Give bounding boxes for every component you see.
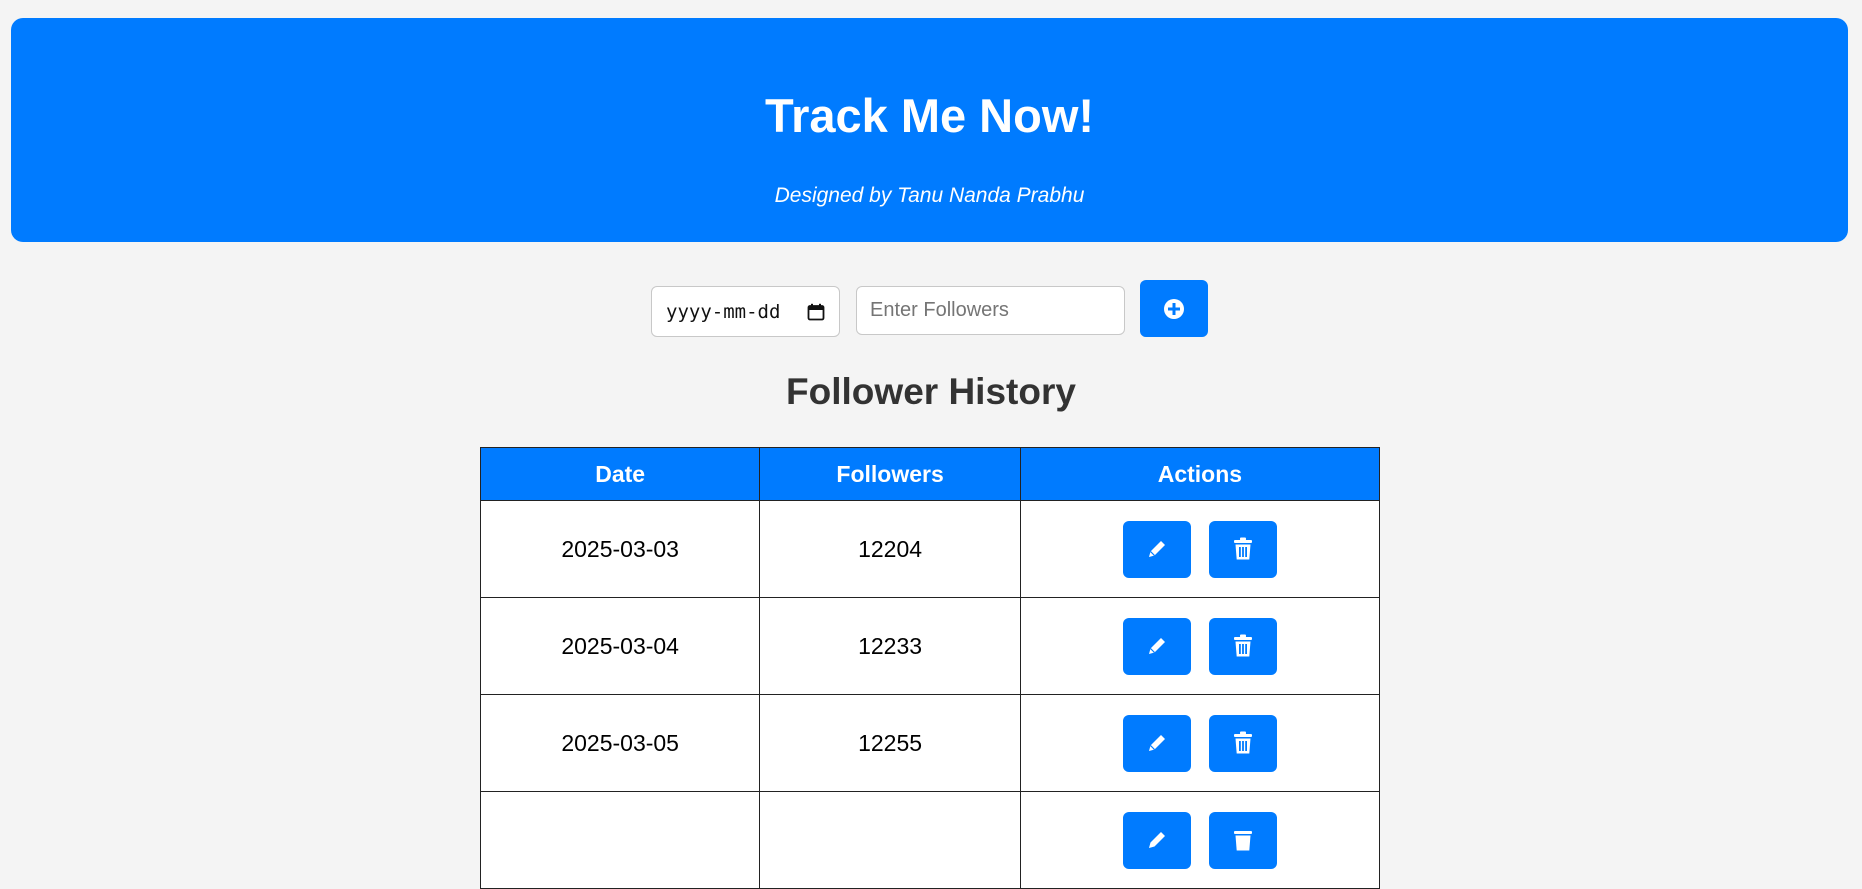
trash-icon <box>1234 537 1253 560</box>
delete-button[interactable] <box>1209 520 1278 578</box>
add-entry-button[interactable] <box>1140 280 1208 337</box>
pencil-icon <box>1148 832 1165 848</box>
row-actions <box>1019 597 1381 695</box>
history-table: Date Followers Actions 2025-03-03 12204 <box>479 447 1381 889</box>
edit-button[interactable] <box>1122 714 1191 772</box>
row-actions <box>1019 791 1381 889</box>
trash-icon <box>1234 731 1253 754</box>
edit-button[interactable] <box>1122 811 1191 869</box>
column-header-actions: Actions <box>1019 447 1381 501</box>
row-followers <box>759 791 1021 889</box>
pencil-icon <box>1148 541 1165 557</box>
row-date <box>479 791 761 889</box>
row-date: 2025-03-05 <box>479 694 761 792</box>
table-row: 2025-03-04 12233 <box>479 597 1381 695</box>
row-actions <box>1019 500 1381 598</box>
row-followers: 12233 <box>759 597 1021 695</box>
row-followers: 12255 <box>759 694 1021 792</box>
date-placeholder: yyyy-mm-dd <box>666 300 781 323</box>
trash-icon <box>1234 634 1253 657</box>
table-row: 2025-03-03 12204 <box>479 500 1381 598</box>
app-title: Track Me Now! <box>764 89 1095 142</box>
entry-form: yyyy-mm-dd <box>0 280 1862 338</box>
table-row <box>479 791 1381 889</box>
app-subtitle: Designed by Tanu Nanda Prabhu <box>774 184 1085 207</box>
plus-circle-icon <box>1164 298 1184 319</box>
date-input[interactable]: yyyy-mm-dd <box>651 286 840 337</box>
history-title: Follower History <box>786 371 1076 412</box>
column-header-date: Date <box>479 447 761 501</box>
page-header: Track Me Now! Designed by Tanu Nanda Pra… <box>11 18 1848 242</box>
delete-button[interactable] <box>1209 811 1278 869</box>
trash-icon <box>1234 831 1253 851</box>
delete-button[interactable] <box>1209 714 1278 772</box>
row-actions <box>1019 694 1381 792</box>
row-date: 2025-03-04 <box>479 597 761 695</box>
row-date: 2025-03-03 <box>479 500 761 598</box>
pencil-icon <box>1148 638 1165 654</box>
edit-button[interactable] <box>1122 617 1191 675</box>
table-row: 2025-03-05 12255 <box>479 694 1381 792</box>
calendar-icon[interactable] <box>807 303 825 321</box>
followers-input[interactable] <box>856 286 1125 335</box>
table-header-row: Date Followers Actions <box>479 447 1381 501</box>
pencil-icon <box>1148 735 1165 751</box>
delete-button[interactable] <box>1209 617 1278 675</box>
edit-button[interactable] <box>1122 520 1191 578</box>
column-header-followers: Followers <box>759 447 1021 501</box>
row-followers: 12204 <box>759 500 1021 598</box>
